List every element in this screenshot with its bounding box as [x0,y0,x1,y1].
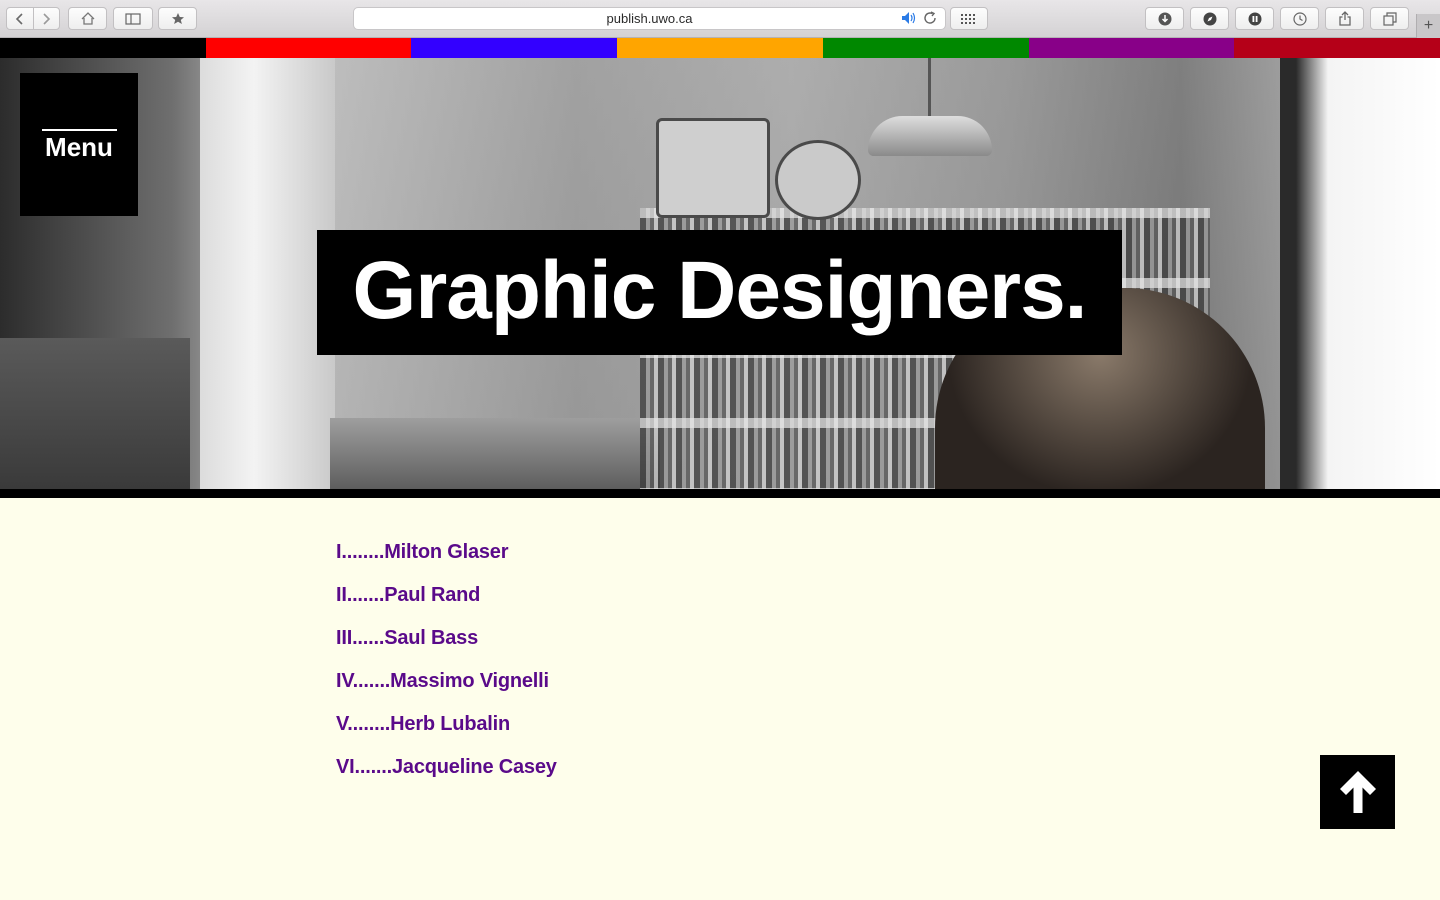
tabs-icon [1382,11,1397,26]
designer-link-saul-bass[interactable]: III......Saul Bass [336,627,478,649]
hero-cabinet [0,338,190,489]
stripe-segment [411,38,618,58]
url-text: publish.uwo.ca [606,11,693,26]
share-icon [1338,11,1351,26]
list-item: III......Saul Bass [336,627,557,670]
share-button[interactable] [1325,7,1364,30]
list-item: II.......Paul Rand [336,584,557,627]
pause-icon [1248,12,1261,25]
address-bar[interactable]: publish.uwo.ca [353,7,946,30]
stripe-segment [1234,38,1440,58]
download-icon [1158,12,1171,25]
plus-icon: + [1423,17,1434,34]
color-stripe [0,38,1440,58]
hero-poster-seal [656,118,770,218]
menu-bar-icon [41,129,117,131]
stripe-segment [0,38,206,58]
designer-link-massimo-vignelli[interactable]: IV.......Massimo Vignelli [336,670,549,692]
history-button[interactable] [1280,7,1319,30]
chevron-right-icon [43,12,51,25]
nav-buttons [6,7,60,30]
back-to-top-button[interactable] [1320,755,1395,829]
top-sites-button[interactable] [950,7,988,30]
extension-compass-button[interactable] [1190,7,1229,30]
hero-lamp [868,116,992,156]
reload-icon[interactable] [923,11,937,25]
star-icon [171,13,184,24]
designer-link-jacqueline-casey[interactable]: VI.......Jacqueline Casey [336,756,557,778]
list-item: V........Herb Lubalin [336,713,557,756]
grid-icon [961,13,975,24]
list-item: VI.......Jacqueline Casey [336,756,557,799]
home-button[interactable] [68,7,107,30]
list-item: IV.......Massimo Vignelli [336,670,557,713]
chevron-left-icon [15,12,23,25]
speaker-icon[interactable] [901,11,917,25]
bookmarks-button[interactable] [158,7,197,30]
sidebar-button[interactable] [113,7,153,30]
designer-link-milton-glaser[interactable]: I........Milton Glaser [336,541,509,563]
hero-lamp-cord [928,58,931,118]
designer-link-herb-lubalin[interactable]: V........Herb Lubalin [336,713,510,735]
stripe-segment [1028,38,1235,58]
menu-button[interactable]: Menu [20,73,138,216]
list-item: I........Milton Glaser [336,541,557,584]
new-tab-button[interactable]: + [1416,14,1440,38]
stripe-segment [205,38,412,58]
extension-pause-button[interactable] [1235,7,1274,30]
hero-poster-circle [775,140,861,220]
tabs-overview-button[interactable] [1370,7,1409,30]
divider-band [0,489,1440,498]
stripe-segment [822,38,1029,58]
browser-toolbar: publish.uwo.ca + [0,0,1440,38]
home-icon [81,12,94,25]
forward-button[interactable] [34,8,60,29]
menu-label: Menu [45,132,113,162]
hero-pillar [200,58,335,489]
hero-window [1280,58,1440,489]
page-title: Graphic Designers. [352,244,1088,336]
arrow-up-icon [1339,771,1376,813]
clock-icon [1292,11,1307,26]
downloads-button[interactable] [1145,7,1184,30]
sidebar-icon [125,12,141,25]
compass-icon [1203,12,1216,25]
hero-desk [330,418,660,489]
designer-link-paul-rand[interactable]: II.......Paul Rand [336,584,480,606]
back-button[interactable] [7,8,34,29]
page-title-box: Graphic Designers. [317,230,1122,355]
stripe-segment [617,38,823,58]
designer-list: I........Milton Glaser II.......Paul Ran… [336,541,557,799]
